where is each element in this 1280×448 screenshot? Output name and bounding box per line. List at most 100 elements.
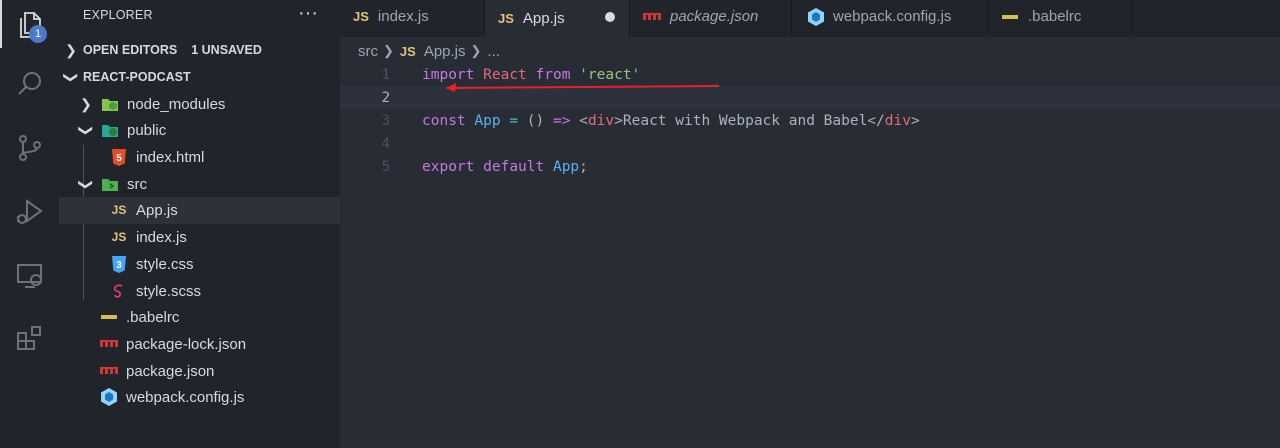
chevron-down-icon: ❯ xyxy=(78,178,95,191)
tab-babelrc[interactable]: .babelrc xyxy=(988,0,1133,33)
tab-app-js[interactable]: JS App.js xyxy=(485,0,630,37)
run-debug-icon xyxy=(16,199,43,224)
open-editors-section[interactable]: ❯ OPEN EDITORS 1 UNSAVED xyxy=(59,37,340,63)
tab-label: index.js xyxy=(377,8,429,25)
source-control-button[interactable] xyxy=(0,124,59,172)
breadcrumb-folder[interactable]: src xyxy=(358,43,378,60)
tree-item-babelrc[interactable]: .babelrc xyxy=(59,304,340,331)
tree-item-label: package.json xyxy=(126,362,215,380)
webpack-icon xyxy=(808,7,824,26)
chevron-right-icon: ❯ xyxy=(470,43,482,58)
tree-item-label: src xyxy=(127,175,147,193)
code-editor[interactable]: 1 import React from 'react' 2 3 const Ap… xyxy=(340,62,1280,448)
javascript-icon: JS xyxy=(399,43,416,59)
breadcrumb-more[interactable]: ... xyxy=(487,43,500,60)
explorer-sidebar: EXPLORER ··· ❯ OPEN EDITORS 1 UNSAVED ❯ … xyxy=(59,0,340,448)
tab-label: package.json xyxy=(670,8,759,25)
code-line: 4 xyxy=(340,132,1280,155)
remote-explorer-button[interactable] xyxy=(0,252,59,300)
tree-item-label: .babelrc xyxy=(126,308,180,326)
tree-item-package-json[interactable]: package.json xyxy=(59,358,340,385)
tree-item-label: style.scss xyxy=(136,282,202,300)
tab-webpack-config-js[interactable]: webpack.config.js xyxy=(792,0,988,33)
chevron-right-icon: ❯ xyxy=(65,41,77,58)
project-section[interactable]: ❯ REACT-PODCAST xyxy=(59,64,340,90)
src-folder-icon xyxy=(101,175,119,193)
tree-item-label: node_modules xyxy=(127,95,226,113)
tab-index-js[interactable]: JS index.js xyxy=(340,0,485,33)
tree-item-label: style.css xyxy=(136,255,194,273)
tree-item-label: index.html xyxy=(136,148,205,166)
tree-item-label: public xyxy=(127,121,167,139)
run-debug-button[interactable] xyxy=(0,188,59,236)
more-actions-icon[interactable]: ··· xyxy=(298,2,318,25)
breadcrumb: src ❯ JS App.js ❯ ... xyxy=(358,41,500,61)
npm-icon xyxy=(100,362,118,380)
tree-item-style-scss[interactable]: style.scss xyxy=(59,278,340,305)
tree-item-webpack-config-js[interactable]: webpack.config.js xyxy=(59,384,340,411)
open-editors-label: OPEN EDITORS xyxy=(83,43,178,57)
svg-text:3: 3 xyxy=(116,260,122,271)
tree-item-node-modules[interactable]: ❯ node_modules xyxy=(59,91,340,118)
javascript-icon: JS xyxy=(498,11,514,26)
chevron-right-icon: ❯ xyxy=(383,43,394,58)
chevron-down-icon: ❯ xyxy=(78,124,95,137)
remote-explorer-icon xyxy=(16,264,42,288)
unsaved-dot-icon[interactable] xyxy=(605,12,615,22)
code-line: 5 export default App; xyxy=(340,155,1280,178)
babel-icon xyxy=(1001,12,1019,22)
tree-item-index-js[interactable]: JS index.js xyxy=(59,224,340,251)
source-control-icon xyxy=(18,135,41,161)
tab-package-json[interactable]: package.json xyxy=(630,0,792,33)
npm-icon xyxy=(643,12,661,21)
line-number: 3 xyxy=(381,112,390,129)
extensions-icon xyxy=(16,326,41,350)
code-text: export default App; xyxy=(422,158,588,175)
line-number: 1 xyxy=(381,66,390,83)
node-folder-icon xyxy=(101,95,119,113)
unsaved-count-badge: 1 xyxy=(29,25,47,43)
javascript-icon: JS xyxy=(111,230,127,245)
line-number: 2 xyxy=(381,89,390,106)
tree-item-label: webpack.config.js xyxy=(126,388,245,406)
tree-item-style-css[interactable]: 3 style.css xyxy=(59,251,340,278)
babel-icon xyxy=(100,308,118,326)
code-text: const App = () => <div>React with Webpac… xyxy=(422,112,920,129)
breadcrumb-file[interactable]: App.js xyxy=(424,43,466,60)
public-folder-icon xyxy=(101,121,119,139)
activity-bar: 1 xyxy=(0,0,59,448)
extensions-button[interactable] xyxy=(0,314,59,362)
javascript-icon: JS xyxy=(111,203,127,218)
npm-icon xyxy=(100,335,118,353)
tree-item-index-html[interactable]: 5 index.html xyxy=(59,144,340,171)
javascript-icon: JS xyxy=(353,9,369,24)
unsaved-count: 1 UNSAVED xyxy=(191,43,262,57)
chevron-down-icon: ❯ xyxy=(63,71,80,83)
tree-item-src[interactable]: ❯ src xyxy=(59,171,340,198)
svg-text:5: 5 xyxy=(116,153,122,164)
tree-item-app-js[interactable]: JS App.js xyxy=(59,197,340,224)
tab-label: .babelrc xyxy=(1028,8,1082,25)
css3-icon: 3 xyxy=(110,255,128,273)
tree-item-public[interactable]: ❯ public xyxy=(59,117,340,144)
search-icon xyxy=(17,72,41,95)
sidebar-title: EXPLORER xyxy=(83,8,153,22)
tree-item-package-lock-json[interactable]: package-lock.json xyxy=(59,331,340,358)
line-number: 4 xyxy=(381,135,390,152)
chevron-right-icon: ❯ xyxy=(80,95,92,112)
editor-tabs: JS index.js JS App.js package.json webpa… xyxy=(340,0,1280,37)
sass-icon xyxy=(110,282,128,300)
line-number: 5 xyxy=(381,158,390,175)
explorer-button[interactable]: 1 xyxy=(0,0,59,48)
tree-item-label: package-lock.json xyxy=(126,335,247,353)
tab-label: webpack.config.js xyxy=(833,8,952,25)
annotation-arrow-icon xyxy=(445,83,720,92)
html5-icon: 5 xyxy=(110,148,128,166)
code-line: 3 const App = () => <div>React with Webp… xyxy=(340,109,1280,132)
project-label: REACT-PODCAST xyxy=(83,70,191,84)
webpack-icon xyxy=(100,388,118,407)
tree-item-label: App.js xyxy=(136,201,178,219)
tab-label: App.js xyxy=(522,10,565,27)
tree-item-label: index.js xyxy=(136,228,187,246)
search-button[interactable] xyxy=(0,60,59,108)
